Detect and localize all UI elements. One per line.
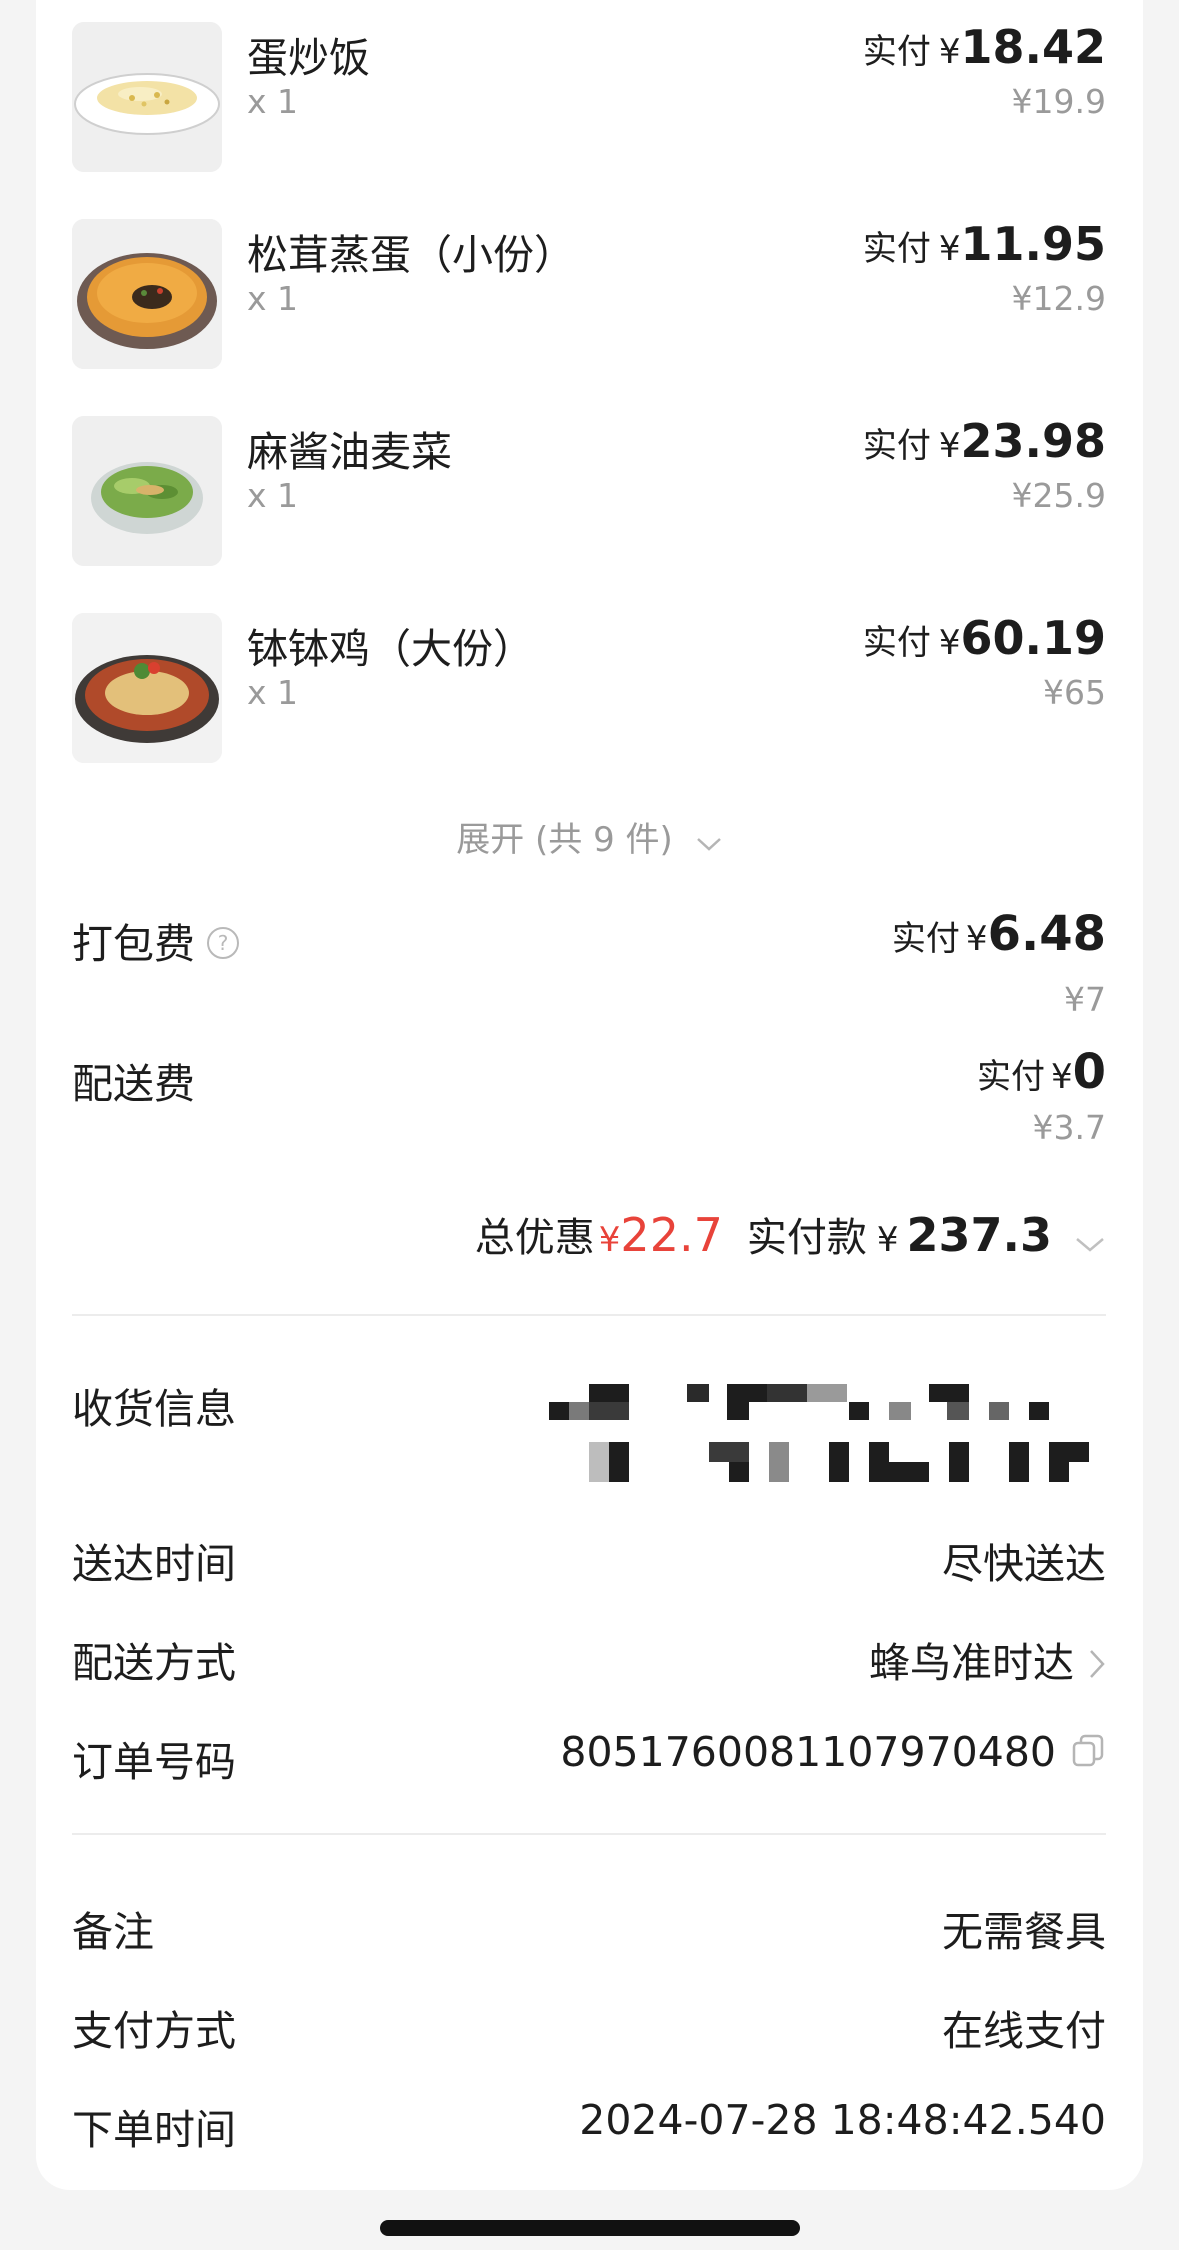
paid-amount: 23.98	[960, 414, 1106, 468]
order-number-value: 8051760081107970480	[560, 1728, 1056, 1776]
paid-label: 实付	[862, 623, 931, 663]
currency-symbol: ¥	[938, 623, 961, 663]
receiver-info-label: 收货信息	[72, 1385, 236, 1433]
paid-amount: 18.42	[960, 20, 1106, 74]
delivery-time-value: 尽快送达	[942, 1540, 1106, 1588]
paid-label: 实付	[862, 229, 931, 269]
expand-label: 展开 (共 9 件)	[456, 820, 673, 860]
item-original-price: ¥65	[1043, 673, 1106, 712]
paid-amount: 11.95	[960, 217, 1106, 271]
item-original-price: ¥19.9	[1011, 82, 1106, 121]
delivery-method-row[interactable]: 蜂鸟准时达	[869, 1629, 1106, 1690]
order-item[interactable]: 蛋炒饭 x 1 实付 ¥18.42 ¥19.9	[72, 20, 1106, 172]
discount-label: 总优惠	[474, 1215, 595, 1261]
paid-label: 实付	[891, 919, 960, 959]
payment-method-label: 支付方式	[72, 2007, 236, 2055]
help-icon[interactable]: ?	[207, 927, 239, 959]
item-quantity: x 1	[247, 82, 299, 121]
item-quantity: x 1	[247, 476, 299, 515]
paid-label: 实付	[862, 32, 931, 72]
chevron-down-icon	[695, 822, 723, 862]
packing-fee-paid: 实付 ¥6.48	[892, 906, 1106, 962]
delivery-method-label: 配送方式	[72, 1639, 236, 1687]
delivery-fee-paid: 实付 ¥0	[977, 1044, 1106, 1100]
item-name: 蛋炒饭	[247, 34, 370, 82]
packing-fee-original: ¥7	[1064, 980, 1106, 1019]
chevron-down-icon[interactable]	[1074, 1235, 1106, 1259]
paid-total-amount: 237.3	[906, 1208, 1052, 1262]
order-total-summary[interactable]: 总优惠 ¥22.7 实付款 ¥237.3	[475, 1205, 1106, 1263]
currency-symbol: ¥	[1050, 1057, 1073, 1097]
delivery-fee-label: 配送费	[72, 1060, 195, 1108]
order-number-label: 订单号码	[72, 1738, 236, 1786]
order-item[interactable]: 松茸蒸蛋（小份） x 1 实付 ¥11.95 ¥12.9	[72, 217, 1106, 369]
chevron-right-icon	[1088, 1642, 1106, 1690]
order-item[interactable]: 麻酱油麦菜 x 1 实付 ¥23.98 ¥25.9	[72, 414, 1106, 566]
remark-value: 无需餐具	[942, 1908, 1106, 1956]
item-quantity: x 1	[247, 673, 299, 712]
payment-method-value: 在线支付	[942, 2007, 1106, 2055]
item-name: 松茸蒸蛋（小份）	[247, 231, 575, 279]
paid-total-label: 实付款	[746, 1215, 867, 1261]
item-original-price: ¥12.9	[1011, 279, 1106, 318]
paid-amount: 0	[1072, 1044, 1106, 1100]
item-paid-price: 实付 ¥18.42	[863, 20, 1106, 74]
paid-amount: 60.19	[960, 611, 1106, 665]
delivery-method-value: 蜂鸟准时达	[869, 1639, 1074, 1687]
item-paid-price: 实付 ¥23.98	[863, 414, 1106, 468]
delivery-fee-original: ¥3.7	[1032, 1108, 1106, 1147]
order-time-value: 2024-07-28 18:48:42.540	[579, 2096, 1106, 2144]
discount-amount: 22.7	[620, 1208, 723, 1262]
paid-label: 实付	[976, 1057, 1045, 1097]
fried-rice-image	[72, 22, 222, 172]
currency-symbol: ¥	[965, 919, 988, 959]
copy-icon[interactable]	[1070, 1731, 1106, 1779]
item-paid-price: 实付 ¥60.19	[863, 611, 1106, 665]
remark-label: 备注	[72, 1908, 154, 1956]
divider	[72, 1314, 1106, 1316]
steamed-egg-image	[72, 219, 222, 369]
item-paid-price: 实付 ¥11.95	[863, 217, 1106, 271]
lettuce-image	[72, 416, 222, 566]
home-indicator[interactable]	[380, 2220, 800, 2236]
paid-label: 实付	[862, 426, 931, 466]
currency-symbol: ¥	[938, 229, 961, 269]
delivery-time-label: 送达时间	[72, 1540, 236, 1588]
currency-symbol: ¥	[938, 32, 961, 72]
order-item[interactable]: 钵钵鸡（大份） x 1 实付 ¥60.19 ¥65	[72, 611, 1106, 763]
item-name: 钵钵鸡（大份）	[247, 625, 534, 673]
divider	[72, 1833, 1106, 1835]
discount-currency: ¥	[598, 1220, 621, 1260]
packing-fee-label: 打包费	[72, 920, 195, 968]
packing-fee-row: 打包费?	[72, 910, 239, 970]
order-time-label: 下单时间	[72, 2106, 236, 2154]
expand-items-button[interactable]: 展开 (共 9 件)	[0, 812, 1179, 862]
currency-symbol: ¥	[938, 426, 961, 466]
chicken-image	[72, 613, 222, 763]
item-original-price: ¥25.9	[1011, 476, 1106, 515]
paid-currency: ¥	[876, 1220, 899, 1260]
item-name: 麻酱油麦菜	[247, 428, 452, 476]
paid-amount: 6.48	[987, 906, 1106, 962]
redacted-address	[549, 1378, 1109, 1486]
order-number-row: 8051760081107970480	[560, 1728, 1106, 1779]
item-quantity: x 1	[247, 279, 299, 318]
